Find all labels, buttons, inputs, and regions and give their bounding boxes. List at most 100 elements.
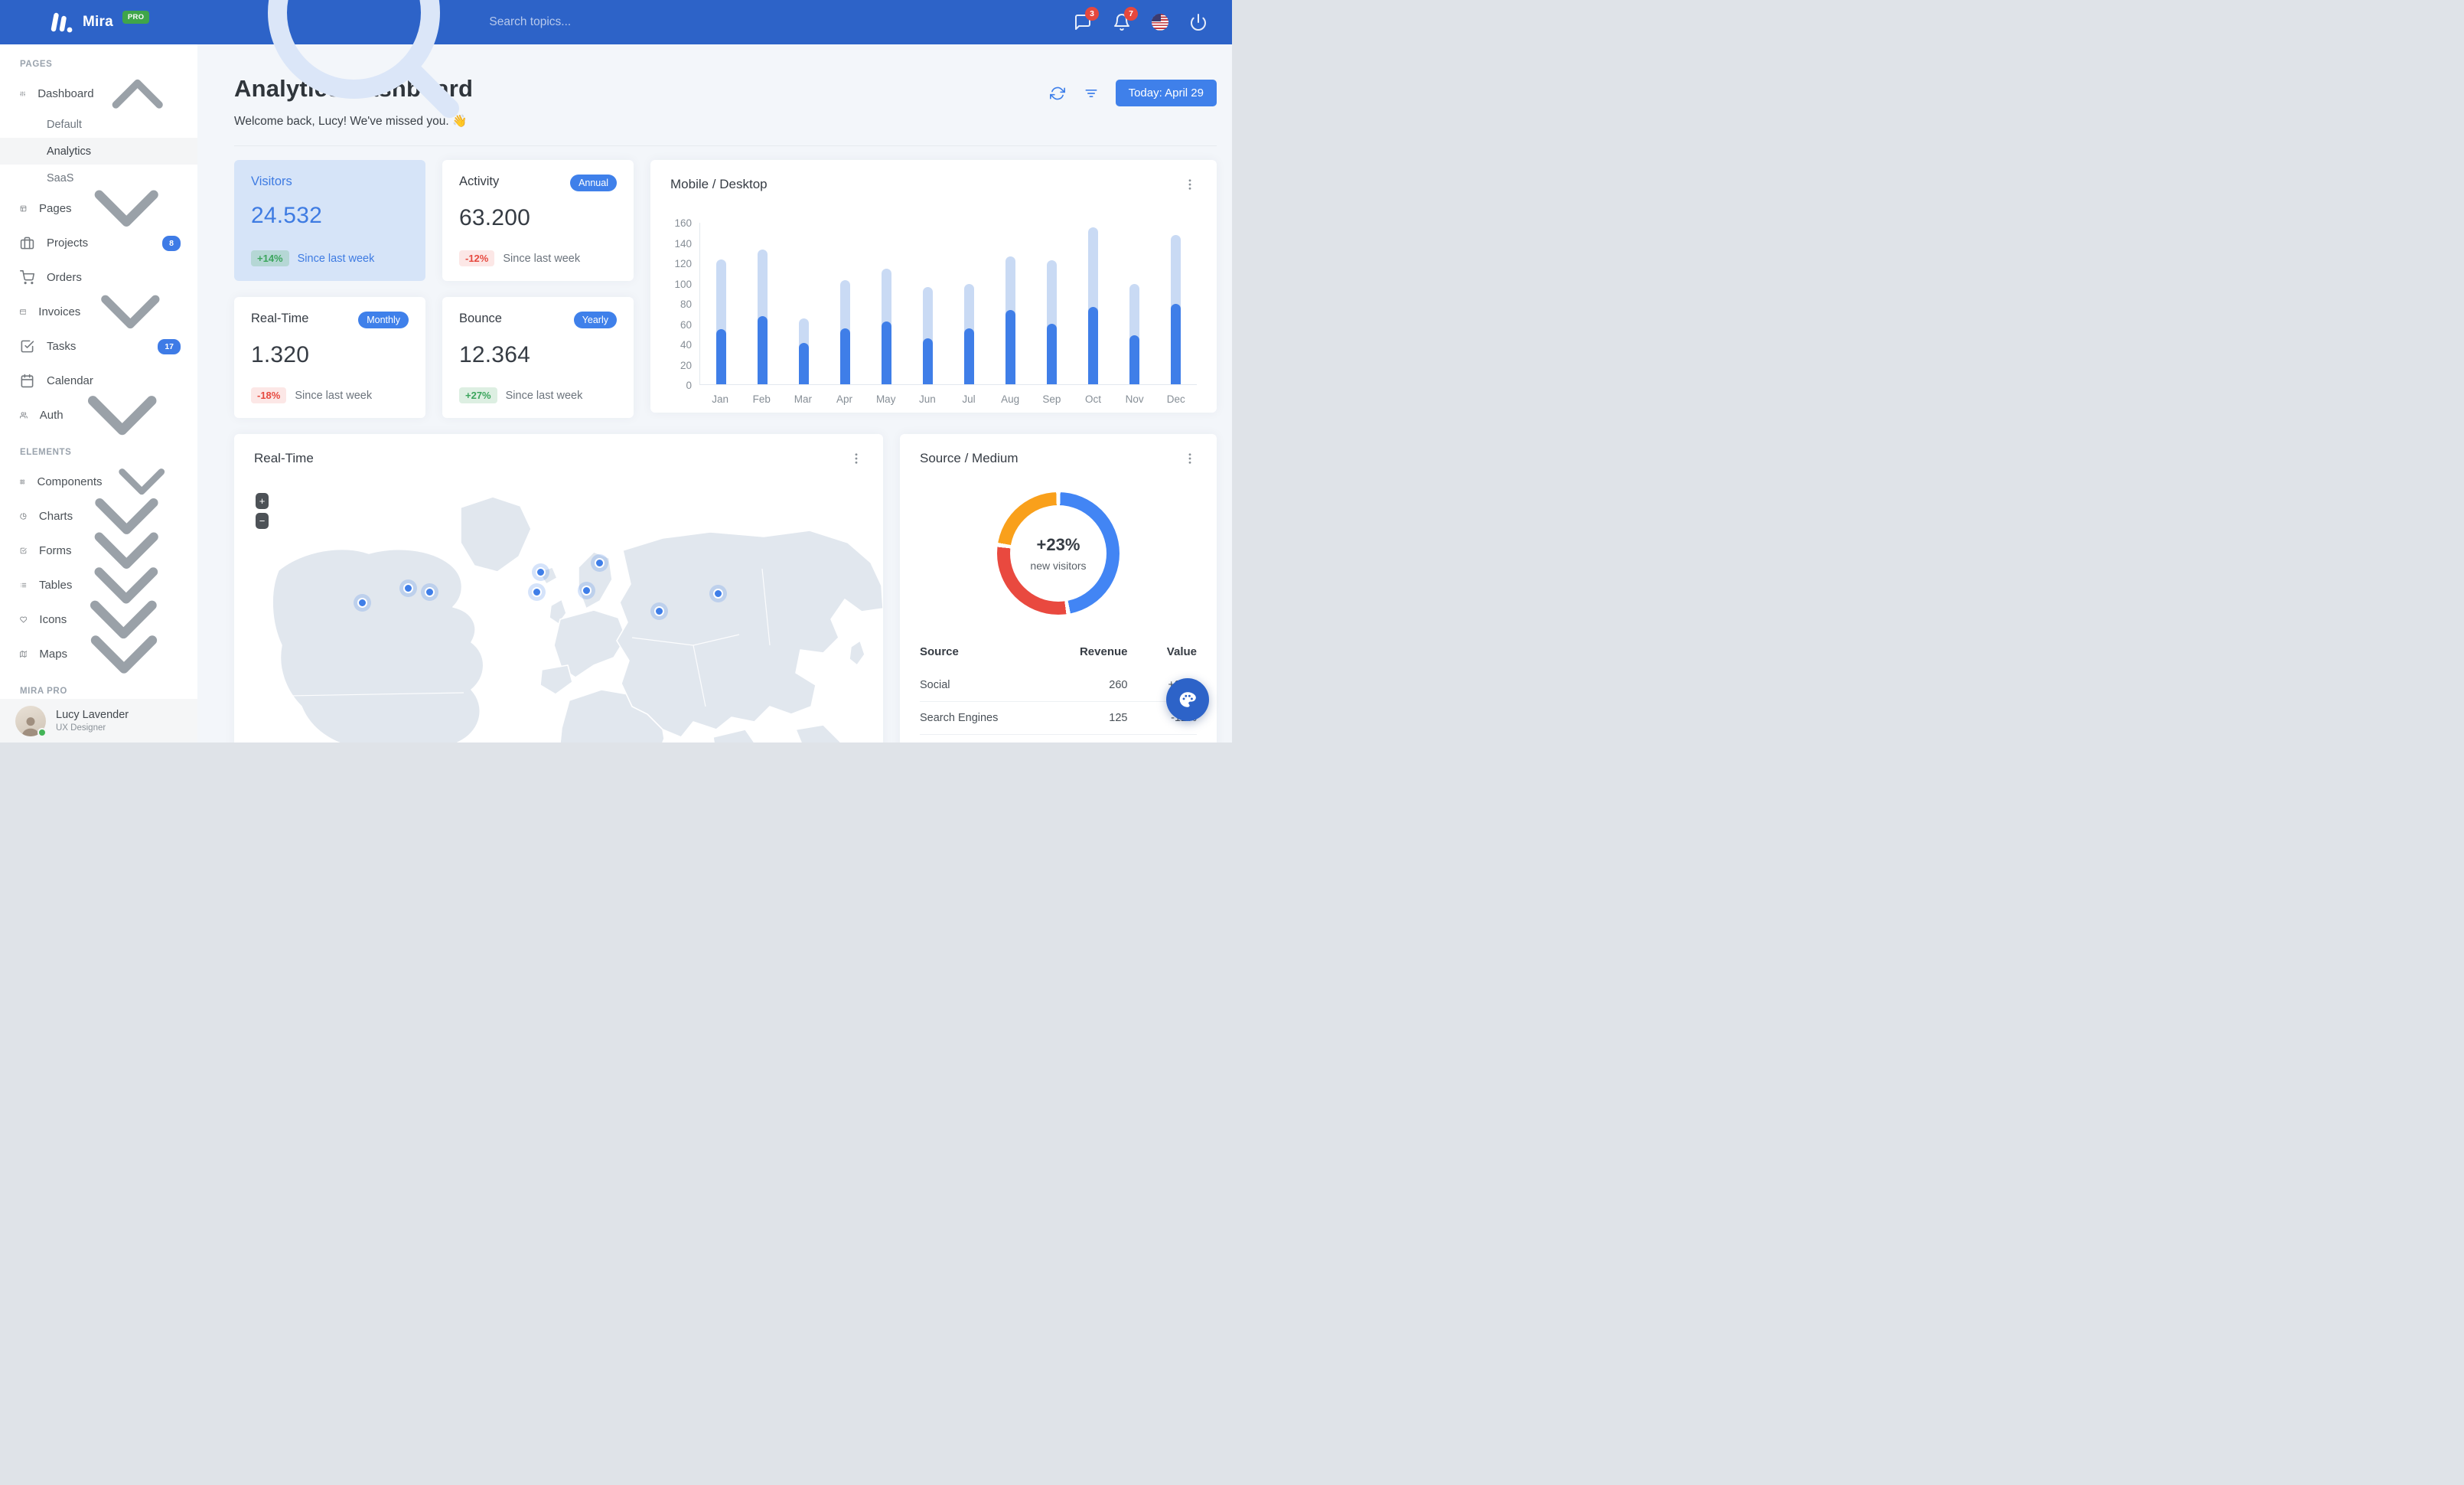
stat-period-pill[interactable]: Annual xyxy=(570,175,617,191)
search-input[interactable] xyxy=(489,15,704,29)
bar-sep[interactable] xyxy=(1047,223,1058,384)
bar-segment-mobile xyxy=(839,328,850,384)
messages-button[interactable]: 3 xyxy=(1074,7,1099,31)
map-zoom-in-button[interactable]: + xyxy=(256,493,269,509)
chart-plot xyxy=(699,223,1197,385)
online-status-dot xyxy=(37,727,47,737)
y-axis-tick: 40 xyxy=(680,339,692,351)
check-square-icon xyxy=(20,339,34,354)
map-marker[interactable] xyxy=(357,598,367,608)
stat-period-pill[interactable]: Monthly xyxy=(358,312,409,328)
source-menu-kebab-icon[interactable] xyxy=(1183,451,1197,466)
table-row[interactable]: Social260+35% xyxy=(920,669,1197,702)
sidebar-item-maps[interactable]: Maps xyxy=(0,635,197,674)
header-actions: Today: April 29 xyxy=(1049,80,1217,106)
bar-segment-mobile xyxy=(757,316,768,384)
bar-feb[interactable] xyxy=(757,223,768,384)
cell-revenue: 164 xyxy=(1044,734,1128,742)
stat-title: Visitors xyxy=(251,175,292,188)
chevron-up-icon xyxy=(94,51,181,137)
sidebar-user-footer[interactable]: Lucy Lavender UX Designer xyxy=(0,699,197,742)
cell-source: Search Engines xyxy=(920,701,1045,735)
map-marker[interactable] xyxy=(582,586,592,596)
refresh-icon[interactable] xyxy=(1049,86,1065,101)
bar-nov[interactable] xyxy=(1129,223,1140,384)
x-axis-label: May xyxy=(875,393,896,405)
map-icon xyxy=(20,647,28,661)
filter-icon[interactable] xyxy=(1084,86,1099,101)
map-marker[interactable] xyxy=(595,558,605,568)
language-flag-us-icon[interactable] xyxy=(1152,14,1168,31)
bar-may[interactable] xyxy=(881,223,891,384)
map-marker[interactable] xyxy=(536,567,546,577)
bar-jun[interactable] xyxy=(922,223,933,384)
sidebar-item-invoices[interactable]: Invoices xyxy=(0,295,197,329)
activity-card: Activity Annual 63.200 -12% Since last w… xyxy=(442,160,634,281)
x-axis-label: Oct xyxy=(1084,393,1101,405)
calendar-icon xyxy=(20,374,34,388)
check-square-icon xyxy=(20,543,27,558)
map-menu-kebab-icon[interactable] xyxy=(849,451,863,466)
stat-value: 24.532 xyxy=(251,203,322,228)
bar-jan[interactable] xyxy=(715,223,726,384)
today-button[interactable]: Today: April 29 xyxy=(1115,80,1217,106)
source-medium-title: Source / Medium xyxy=(920,451,1019,465)
avatar xyxy=(15,705,47,737)
app-root: Mira PRO 3 7 PagesDashboardDefaultAnalyt… xyxy=(0,0,1232,742)
notifications-count-badge: 7 xyxy=(1124,7,1138,21)
sidebar-count-badge: 17 xyxy=(158,338,181,354)
map-marker[interactable] xyxy=(532,587,542,597)
heart-icon xyxy=(20,612,28,627)
map-marker[interactable] xyxy=(403,583,413,593)
x-axis-label: Aug xyxy=(1001,393,1020,405)
sidebar-item-auth[interactable]: Auth xyxy=(0,395,197,436)
top-navbar: Mira PRO 3 7 xyxy=(0,0,1232,118)
bar-oct[interactable] xyxy=(1088,223,1099,384)
delta-chip: +27% xyxy=(459,387,497,403)
stat-column-2: Activity Annual 63.200 -12% Since last w… xyxy=(442,160,634,418)
theme-customizer-fab[interactable] xyxy=(1166,678,1209,721)
sign-out-button[interactable] xyxy=(1189,13,1208,31)
stat-period-pill[interactable]: Yearly xyxy=(573,312,617,328)
world-map[interactable]: + − xyxy=(234,477,883,742)
y-axis-tick: 0 xyxy=(686,380,692,391)
table-header-source: Source xyxy=(920,645,959,658)
chart-title: Mobile / Desktop xyxy=(670,177,768,191)
table-header-value: Value xyxy=(1166,645,1197,658)
world-map-shapes xyxy=(272,496,883,742)
bar-segment-mobile xyxy=(798,342,809,384)
map-marker[interactable] xyxy=(713,589,723,599)
source-medium-table: Source Revenue Value Social260+35%Search… xyxy=(920,638,1197,742)
brand[interactable]: Mira PRO xyxy=(47,10,150,34)
bar-aug[interactable] xyxy=(1005,223,1016,384)
map-marker[interactable] xyxy=(654,606,664,616)
bar-segment-mobile xyxy=(881,321,891,384)
stat-value: 1.320 xyxy=(251,342,310,367)
users-icon xyxy=(20,408,28,423)
bar-mar[interactable] xyxy=(798,223,809,384)
map-zoom-out-button[interactable]: − xyxy=(256,513,269,529)
delta-chip: -12% xyxy=(459,250,495,266)
map-marker[interactable] xyxy=(425,587,435,597)
chart-menu-kebab-icon[interactable] xyxy=(1183,177,1197,192)
bar-apr[interactable] xyxy=(839,223,850,384)
chart-y-axis: 0 20 40 60 80 100 120 140 160 xyxy=(670,217,699,391)
x-axis-label: Dec xyxy=(1166,393,1185,405)
bar-dec[interactable] xyxy=(1171,223,1181,384)
bar-jul[interactable] xyxy=(964,223,974,384)
stacked-bar-chart: 0 20 40 60 80 100 120 140 160 xyxy=(670,217,1197,391)
notifications-button[interactable]: 7 xyxy=(1113,7,1138,31)
table-row[interactable]: Direct164+46% xyxy=(920,734,1197,742)
x-axis-label: Jun xyxy=(918,393,936,405)
stat-value: 12.364 xyxy=(459,342,530,367)
table-row[interactable]: Search Engines125-12% xyxy=(920,701,1197,735)
pie-chart-icon xyxy=(20,509,27,524)
palette-icon xyxy=(1179,692,1196,707)
sidebar-item-dashboard[interactable]: Dashboard xyxy=(0,77,197,111)
sidebar-nav: Pages Dashboard Default Analytics SaaS Pages P… xyxy=(0,44,197,699)
sidebar-item-pages[interactable]: Pages xyxy=(0,190,197,227)
stat-caption: Since last week xyxy=(297,252,375,265)
pro-badge: PRO xyxy=(122,10,150,24)
visitors-card: Visitors 24.532 +14% Since last week xyxy=(234,160,425,281)
credit-card-icon xyxy=(20,305,27,319)
